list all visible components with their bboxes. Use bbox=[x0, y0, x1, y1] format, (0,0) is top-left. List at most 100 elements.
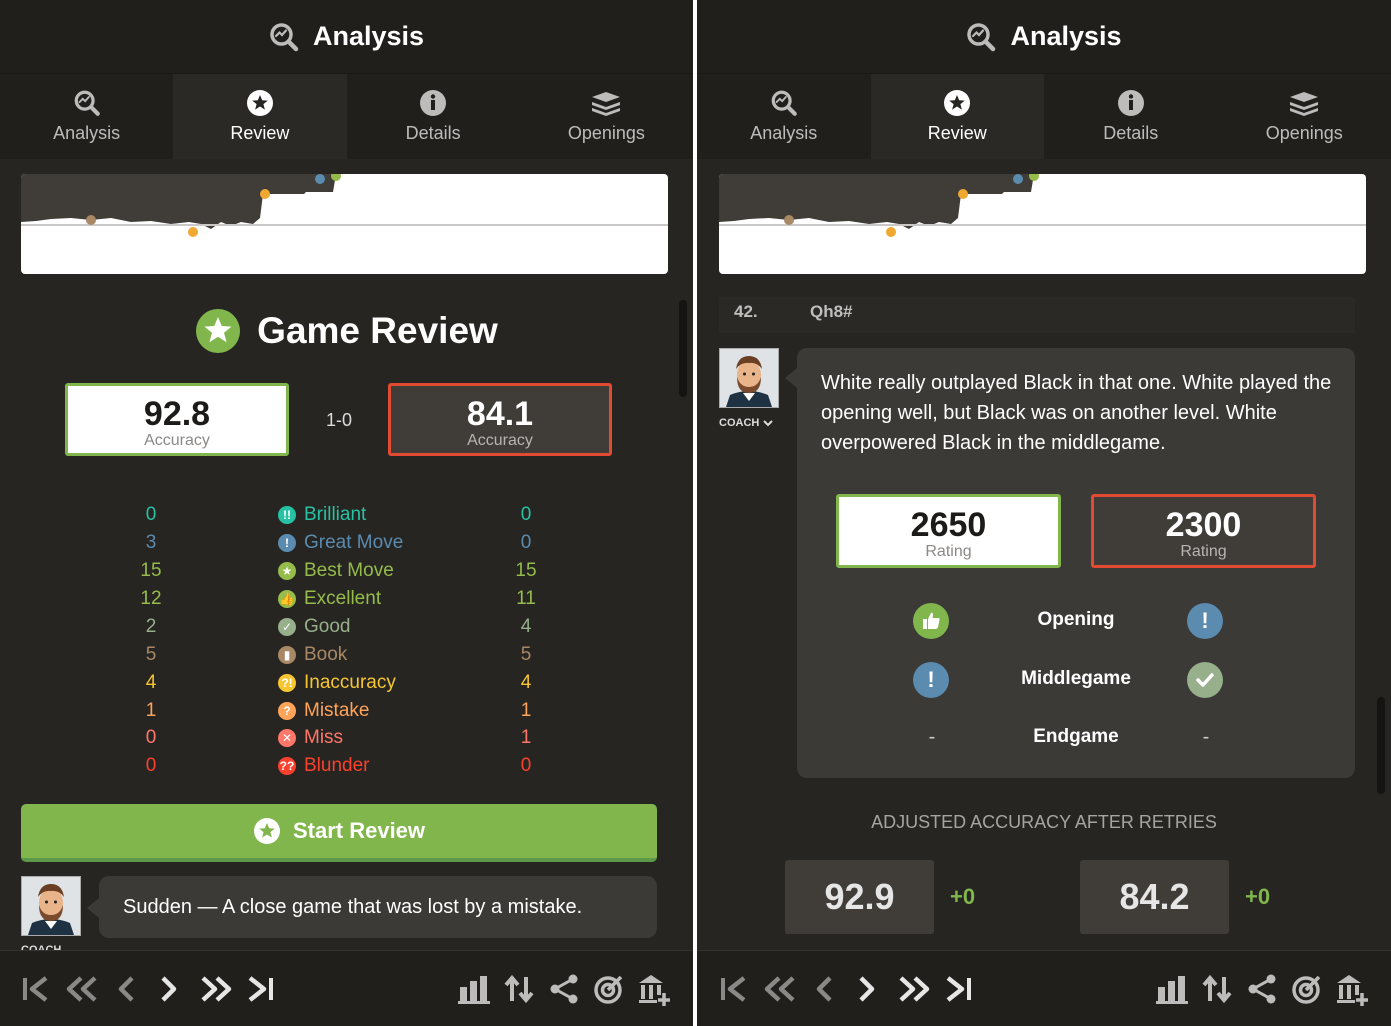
target-icon[interactable] bbox=[1291, 973, 1323, 1005]
classification-label: Great Move bbox=[304, 532, 404, 553]
start-review-button[interactable]: Start Review bbox=[21, 804, 657, 862]
excellent-icon bbox=[913, 603, 949, 639]
white-count: 2 bbox=[145, 616, 157, 637]
tab-analysis[interactable]: Analysis bbox=[697, 74, 871, 159]
analysis-panel-coach-report: Analysis Analysis Review Details Opening… bbox=[697, 0, 1391, 1026]
great-move-icon: ! bbox=[1187, 603, 1223, 639]
move-san: Qh8# bbox=[810, 302, 853, 321]
navigation-toolbar bbox=[697, 950, 1391, 1026]
coach-dropdown[interactable]: COACH bbox=[719, 417, 774, 429]
info-icon bbox=[1117, 90, 1144, 116]
rating-label: Rating bbox=[1180, 543, 1227, 560]
last-move-row[interactable]: 42. Qh8# bbox=[719, 297, 1355, 333]
back-fast-icon[interactable] bbox=[762, 973, 798, 1005]
panel-title: Analysis bbox=[312, 21, 425, 51]
coach-avatar[interactable] bbox=[21, 876, 81, 936]
add-to-library-icon[interactable] bbox=[1335, 973, 1369, 1007]
tab-openings[interactable]: Openings bbox=[520, 74, 693, 159]
black-count: 15 bbox=[515, 560, 537, 581]
scrollbar[interactable] bbox=[1377, 697, 1385, 794]
great-move-icon: ! bbox=[913, 662, 949, 698]
coach-message: White really outplayed Black in that one… bbox=[821, 372, 1332, 454]
accuracy-label: Accuracy bbox=[467, 432, 533, 449]
tab-review[interactable]: Review bbox=[870, 74, 1044, 159]
back-fast-icon[interactable] bbox=[64, 973, 100, 1005]
forward-fast-icon[interactable] bbox=[198, 973, 234, 1005]
tab-label: Openings bbox=[567, 123, 645, 143]
adjusted-accuracy-title: ADJUSTED ACCURACY AFTER RETRIES bbox=[871, 812, 1217, 832]
flip-board-icon[interactable] bbox=[1201, 973, 1233, 1005]
coach-message: Sudden — A close game that was lost by a… bbox=[123, 895, 583, 918]
brilliant-icon: !! bbox=[278, 506, 296, 524]
classification-row: 5 ▮ Book 5 bbox=[0, 644, 693, 672]
back-icon[interactable] bbox=[115, 973, 137, 1005]
classification-label-group: ✕ Miss bbox=[278, 727, 343, 749]
classification-row: 1? Mistake 1 bbox=[0, 700, 693, 728]
white-accuracy-box: 92.8 Accuracy bbox=[65, 383, 289, 456]
black-count: 0 bbox=[520, 755, 532, 776]
coach-report-bubble: White really outplayed Black in that one… bbox=[785, 348, 1355, 778]
first-move-icon[interactable] bbox=[718, 973, 748, 1005]
tab-label: Review bbox=[927, 123, 987, 143]
eval-graph-svg bbox=[719, 174, 1366, 237]
bar-chart-icon[interactable] bbox=[458, 973, 490, 1005]
back-icon[interactable] bbox=[813, 973, 835, 1005]
panel-header: Analysis bbox=[0, 0, 693, 74]
classification-row: 15 ★ Best Move 15 bbox=[0, 560, 693, 588]
black-count: 5 bbox=[520, 644, 532, 665]
classification-label: Good bbox=[304, 616, 351, 637]
forward-icon[interactable] bbox=[158, 973, 180, 1005]
panel-title: Analysis bbox=[1010, 21, 1122, 51]
evaluation-graph[interactable] bbox=[719, 174, 1366, 274]
accuracy-label: Accuracy bbox=[144, 432, 210, 449]
white-adjusted-accuracy: 92.9 bbox=[785, 860, 934, 934]
target-icon[interactable] bbox=[593, 973, 625, 1005]
tab-analysis[interactable]: Analysis bbox=[0, 74, 173, 159]
tab-label: Analysis bbox=[53, 123, 121, 143]
black-adjusted-accuracy: 84.2 bbox=[1080, 860, 1229, 934]
classification-label-group: ?? Blunder bbox=[278, 755, 370, 777]
white-count: 4 bbox=[145, 672, 157, 693]
classification-row: 0!! Brilliant 0 bbox=[0, 504, 693, 532]
share-icon[interactable] bbox=[1246, 973, 1278, 1005]
navigation-toolbar bbox=[0, 950, 693, 1026]
best-move-star-icon bbox=[196, 309, 241, 353]
tab-label: Details bbox=[405, 123, 461, 143]
analysis-panel-review-summary: Analysis Analysis Review Details Opening… bbox=[0, 0, 693, 1026]
add-to-library-icon[interactable] bbox=[637, 973, 671, 1007]
white-count: 0 bbox=[145, 504, 157, 525]
coach-avatar[interactable] bbox=[719, 348, 779, 408]
tab-review[interactable]: Review bbox=[173, 74, 347, 159]
forward-icon[interactable] bbox=[856, 973, 878, 1005]
black-count: 1 bbox=[520, 727, 532, 748]
evaluation-graph[interactable] bbox=[21, 174, 668, 274]
tab-details[interactable]: Details bbox=[347, 74, 520, 159]
black-accuracy-box: 84.1 Accuracy bbox=[388, 383, 612, 456]
white-count: 1 bbox=[145, 700, 157, 721]
flip-board-icon[interactable] bbox=[503, 973, 535, 1005]
classification-label-group: 👍 Excellent bbox=[278, 588, 381, 610]
bar-chart-icon[interactable] bbox=[1156, 973, 1188, 1005]
black-count: 11 bbox=[516, 588, 536, 609]
classification-label: Excellent bbox=[304, 588, 382, 609]
black-endgame-value: - bbox=[1202, 726, 1210, 748]
first-move-icon[interactable] bbox=[20, 973, 50, 1005]
classification-label: Miss bbox=[304, 727, 344, 748]
last-move-icon[interactable] bbox=[944, 973, 974, 1005]
tab-openings[interactable]: Openings bbox=[1218, 74, 1391, 159]
classification-row: 0?? Blunder 0 bbox=[0, 755, 693, 783]
tab-label: Details bbox=[1103, 123, 1159, 143]
classification-label: Inaccuracy bbox=[304, 672, 396, 693]
tab-details[interactable]: Details bbox=[1044, 74, 1218, 159]
classification-label: Book bbox=[304, 644, 348, 665]
game-review-title: Game Review bbox=[257, 310, 498, 351]
white-adjusted-delta: +0 bbox=[950, 884, 976, 909]
forward-fast-icon[interactable] bbox=[896, 973, 932, 1005]
share-icon[interactable] bbox=[548, 973, 580, 1005]
game-review-header: Game Review bbox=[0, 308, 693, 354]
last-move-icon[interactable] bbox=[246, 973, 276, 1005]
magnifier-icon bbox=[74, 90, 100, 116]
black-count: 1 bbox=[520, 700, 532, 721]
miss-icon: ✕ bbox=[278, 729, 296, 747]
chevron-down-icon bbox=[763, 420, 774, 427]
